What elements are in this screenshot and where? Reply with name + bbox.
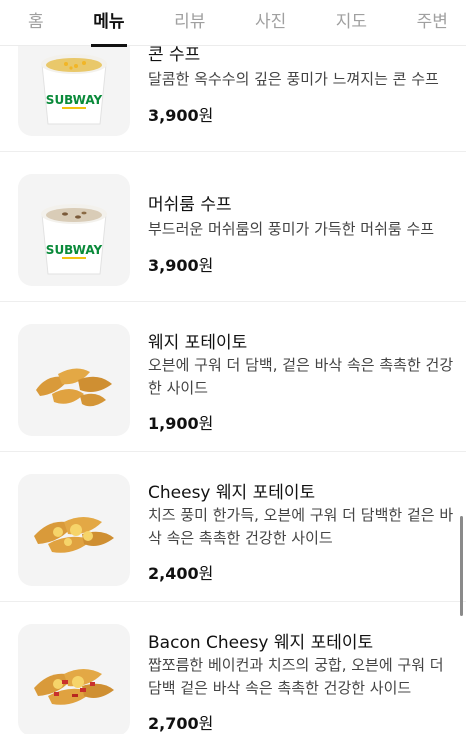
menu-item-name: Bacon Cheesy 웨지 포테이토 <box>148 633 374 653</box>
menu-item-description: 치즈 풍미 한가득, 오븐에 구워 더 담백한 겉은 바삭 속은 촉촉한 건강한… <box>148 506 454 547</box>
menu-list[interactable]: SUBWAY 콘 수프 달콤한 옥수수의 깊은 풍미가 느껴지는 콘 수프 3,… <box>0 46 466 734</box>
tab-nearby[interactable]: 주변 <box>417 0 448 46</box>
menu-item-price: 3,900원 <box>148 252 213 276</box>
tab-map[interactable]: 지도 <box>336 0 367 46</box>
tab-photos[interactable]: 사진 <box>255 0 286 46</box>
tab-menu[interactable]: 메뉴 <box>91 0 127 47</box>
price-value: 2,400 <box>148 564 199 583</box>
tab-reviews[interactable]: 리뷰 <box>174 0 205 46</box>
cheesy-wedge-potato-image <box>18 474 130 586</box>
price-value: 3,900 <box>148 256 199 275</box>
corn-soup-cup-image: SUBWAY <box>18 46 130 136</box>
menu-item-description: 짭쪼름한 베이컨과 치즈의 궁합, 오븐에 구워 더 담백 겉은 바삭 속은 촉… <box>148 656 444 697</box>
mushroom-soup-cup-image: SUBWAY <box>18 174 130 286</box>
price-currency: 원 <box>198 256 214 275</box>
tab-home[interactable]: 홈 <box>28 0 44 46</box>
menu-item-cheesy-wedge-potato[interactable]: Cheesy 웨지 포테이토 치즈 풍미 한가득, 오븐에 구워 더 담백한 겉… <box>0 452 466 602</box>
menu-item-price: 3,900원 <box>148 102 213 126</box>
menu-item-description: 부드러운 머쉬룸의 풍미가 가득한 머쉬룸 수프 <box>148 220 435 238</box>
subway-logo-text: SUBWAY <box>46 93 103 107</box>
menu-item-name: 웨지 포테이토 <box>148 333 248 353</box>
price-currency: 원 <box>198 564 214 583</box>
menu-item-price: 2,400원 <box>148 560 213 584</box>
menu-item-wedge-potato[interactable]: 웨지 포테이토 오븐에 구워 더 담백, 겉은 바삭 속은 촉촉한 건강한 사이… <box>0 302 466 452</box>
price-value: 2,700 <box>148 714 199 733</box>
price-currency: 원 <box>198 714 214 733</box>
menu-item-name: Cheesy 웨지 포테이토 <box>148 483 316 503</box>
menu-item-name: 머쉬룸 수프 <box>148 195 232 215</box>
price-value: 1,900 <box>148 414 199 433</box>
tab-bar: 홈 메뉴 리뷰 사진 지도 주변 <box>0 0 466 47</box>
bacon-cheesy-wedge-potato-image <box>18 624 130 734</box>
menu-item-mushroom-soup[interactable]: SUBWAY 머쉬룸 수프 부드러운 머쉬룸의 풍미가 가득한 머쉬룸 수프 3… <box>0 152 466 302</box>
price-value: 3,900 <box>148 106 199 125</box>
scrollbar[interactable] <box>460 516 463 616</box>
price-currency: 원 <box>198 106 214 125</box>
subway-logo-text: SUBWAY <box>46 243 103 257</box>
menu-item-description: 달콤한 옥수수의 깊은 풍미가 느껴지는 콘 수프 <box>148 70 439 88</box>
menu-item-price: 1,900원 <box>148 410 213 434</box>
price-currency: 원 <box>198 414 214 433</box>
menu-item-corn-soup[interactable]: SUBWAY 콘 수프 달콤한 옥수수의 깊은 풍미가 느껴지는 콘 수프 3,… <box>0 46 466 152</box>
wedge-potato-image <box>18 324 130 436</box>
menu-item-name: 콘 수프 <box>148 46 201 65</box>
menu-item-price: 2,700원 <box>148 710 213 734</box>
menu-item-description: 오븐에 구워 더 담백, 겉은 바삭 속은 촉촉한 건강한 사이드 <box>148 356 454 397</box>
menu-item-bacon-cheesy-wedge-potato[interactable]: Bacon Cheesy 웨지 포테이토 짭쪼름한 베이컨과 치즈의 궁합, 오… <box>0 602 466 734</box>
